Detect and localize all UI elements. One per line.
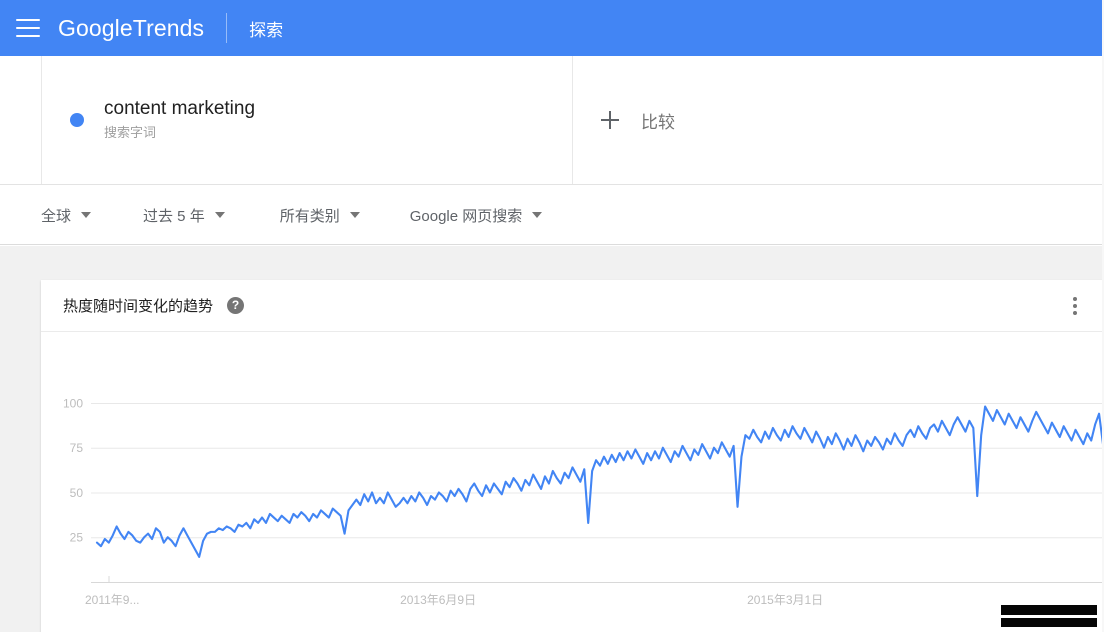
- filter-location-label: 全球: [41, 207, 72, 225]
- x-axis-tick-0: 2011年9...: [85, 593, 139, 607]
- search-term-subtitle: 搜索字词: [104, 125, 157, 140]
- filter-search-type[interactable]: Google 网页搜索: [410, 205, 543, 226]
- nav-explore[interactable]: 探索: [249, 16, 283, 41]
- google-trends-page: GoogleTrends 探索 content marketing 搜索字词 比…: [0, 0, 1104, 632]
- brand-google-text: Google: [58, 14, 133, 41]
- top-app-bar: GoogleTrends 探索: [0, 0, 1104, 56]
- black-bar-2: [1001, 618, 1097, 627]
- black-bar-1: [1001, 605, 1097, 615]
- filter-location[interactable]: 全球: [41, 205, 92, 226]
- filter-category[interactable]: 所有类别: [280, 205, 360, 226]
- filter-time-range[interactable]: 过去 5 年: [143, 205, 225, 226]
- search-term-title: content marketing: [104, 98, 256, 119]
- compare-label: 比较: [641, 112, 675, 132]
- hamburger-menu-icon[interactable]: [16, 19, 40, 37]
- search-term-card[interactable]: content marketing 搜索字词: [41, 56, 573, 184]
- kebab-menu-icon[interactable]: [1073, 297, 1077, 315]
- brand-trends-text: Trends: [132, 14, 205, 41]
- topbar-divider: [226, 13, 228, 43]
- y-axis-tick-100: 100: [63, 396, 83, 410]
- filter-bar: 全球 过去 5 年 所有类别 Google 网页搜索: [0, 186, 1104, 245]
- x-axis-tick-1: 2013年6月9日: [400, 593, 476, 607]
- series-color-dot-icon: [70, 113, 84, 127]
- card-title: 热度随时间变化的趋势: [63, 298, 214, 315]
- search-term-bar: content marketing 搜索字词 比较: [0, 56, 1104, 185]
- interest-over-time-card: 热度随时间变化的趋势 ? 25 50 75 100 2011年9... 2013年6月9日…: [41, 280, 1103, 632]
- card-header: 热度随时间变化的趋势 ?: [41, 280, 1103, 332]
- interest-over-time-chart: 25 50 75 100 2011年9... 2013年6月9日 2015年3月1日: [63, 396, 1103, 607]
- add-comparison-button[interactable]: 比较: [574, 56, 1104, 184]
- chevron-down-icon: [81, 212, 92, 218]
- chart-area: 25 50 75 100 2011年9... 2013年6月9日 2015年3月1日: [41, 332, 1103, 632]
- chevron-down-icon: [214, 212, 225, 218]
- chevron-down-icon: [349, 212, 360, 218]
- help-icon[interactable]: ?: [227, 297, 245, 314]
- plus-icon: [601, 111, 619, 129]
- filter-search-type-label: Google 网页搜索: [409, 207, 523, 225]
- y-axis-tick-75: 75: [70, 441, 84, 455]
- chevron-down-icon: [532, 212, 543, 218]
- y-axis-tick-25: 25: [70, 531, 84, 545]
- page-body: 热度随时间变化的趋势 ? 25 50 75 100 2011年9... 2013年6月9日…: [0, 246, 1104, 632]
- filter-time-range-label: 过去 5 年: [143, 207, 205, 225]
- x-axis-tick-2: 2015年3月1日: [747, 593, 823, 607]
- trend-line-content-marketing[interactable]: [95, 405, 1103, 558]
- filter-category-label: 所有类别: [279, 207, 340, 225]
- y-axis-tick-50: 50: [70, 486, 84, 500]
- google-trends-logo[interactable]: GoogleTrends: [58, 15, 204, 42]
